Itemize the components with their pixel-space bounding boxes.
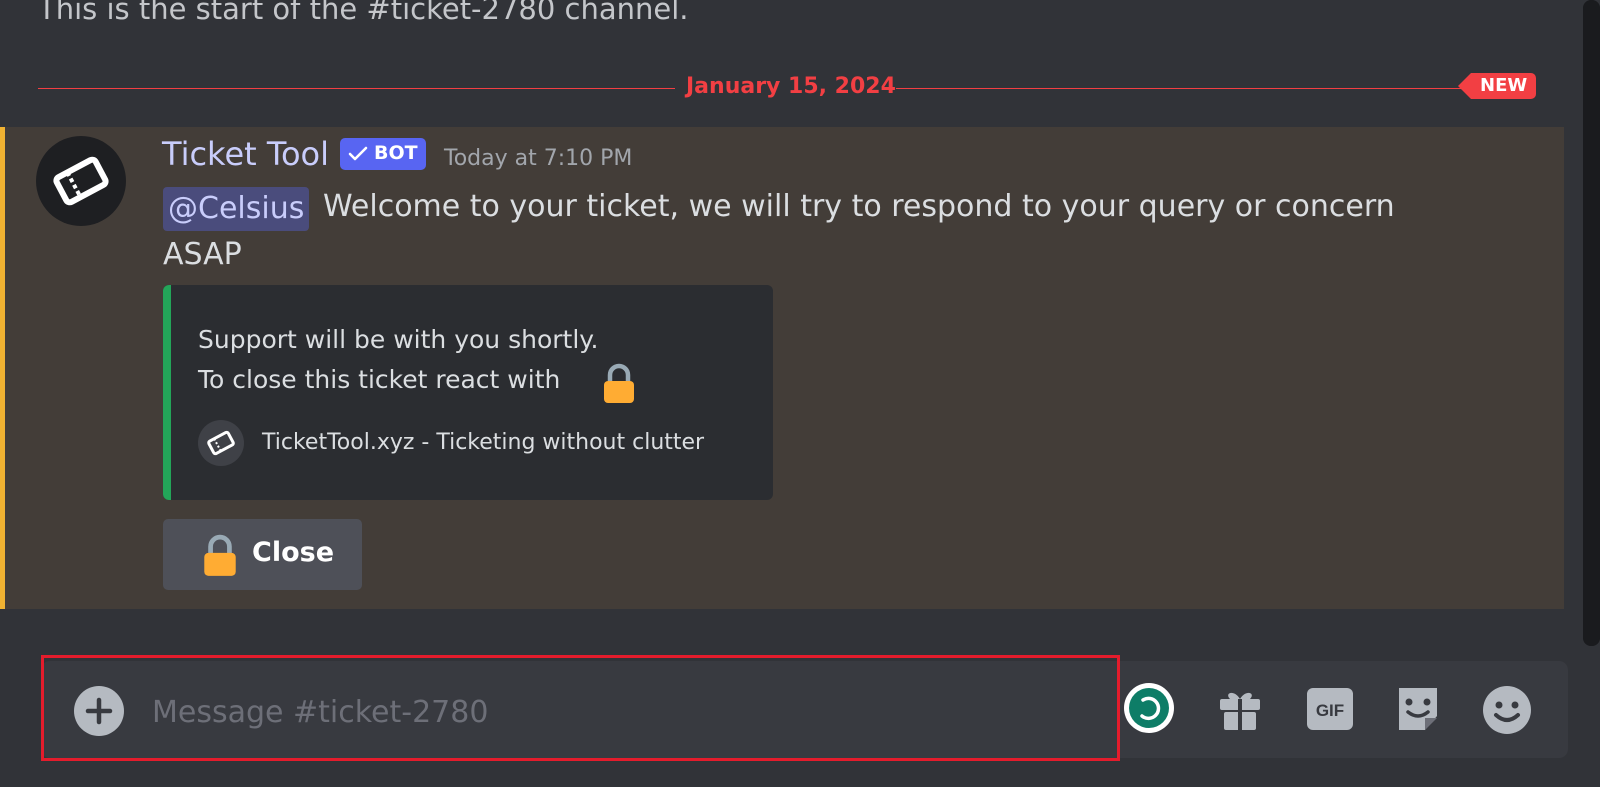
channel-start-text: This is the start of the #ticket-2780 ch…	[38, 0, 689, 26]
gift-button[interactable]	[1215, 684, 1265, 734]
divider-line-right	[896, 88, 1466, 89]
emoji-icon	[1483, 686, 1531, 734]
message-text-line1: Welcome to your ticket, we will try to r…	[323, 189, 1395, 224]
add-attachment-button[interactable]	[74, 686, 124, 736]
gift-icon	[1220, 692, 1260, 730]
gif-icon: GIF	[1307, 688, 1353, 730]
message-timestamp: Today at 7:10 PM	[444, 146, 633, 171]
ticket-icon	[53, 156, 109, 206]
divider-line-left	[38, 88, 675, 89]
bot-tag: BOT	[340, 138, 426, 170]
verified-check-icon	[348, 146, 368, 161]
embed-description-line1: Support will be with you shortly.	[198, 325, 599, 354]
lock-icon	[201, 534, 239, 582]
scrollbar-thumb[interactable]	[1583, 0, 1600, 646]
embed-description-line2: To close this ticket react with	[198, 365, 561, 394]
new-messages-badge: NEW	[1458, 73, 1537, 99]
message-author[interactable]: Ticket Tool	[162, 135, 329, 173]
svg-text:GIF: GIF	[1316, 701, 1344, 720]
close-ticket-button[interactable]: Close	[163, 519, 362, 590]
gif-button[interactable]: GIF	[1305, 684, 1355, 734]
embed-accent-bar	[163, 285, 171, 500]
user-mention[interactable]: @Celsius	[163, 187, 310, 231]
bot-tag-label: BOT	[374, 142, 418, 164]
message-text-line2: ASAP	[163, 237, 242, 272]
new-badge-label: NEW	[1471, 73, 1537, 99]
app-loading-icon	[1124, 683, 1174, 733]
emoji-button[interactable]	[1481, 684, 1533, 736]
sticker-button[interactable]	[1393, 684, 1443, 734]
bot-avatar[interactable]	[36, 136, 126, 226]
close-button-label: Close	[252, 537, 335, 568]
message-input[interactable]	[150, 683, 1084, 741]
lock-icon	[601, 363, 637, 409]
sticker-icon	[1399, 688, 1437, 730]
mention-highlight-bar	[0, 127, 5, 609]
app-launcher-button[interactable]	[1121, 680, 1177, 736]
date-divider-label: January 15, 2024	[686, 74, 896, 99]
embed-footer-ticket-icon	[198, 420, 244, 466]
plus-icon	[85, 697, 113, 725]
embed-footer-text: TicketTool.xyz - Ticketing without clutt…	[262, 430, 705, 455]
